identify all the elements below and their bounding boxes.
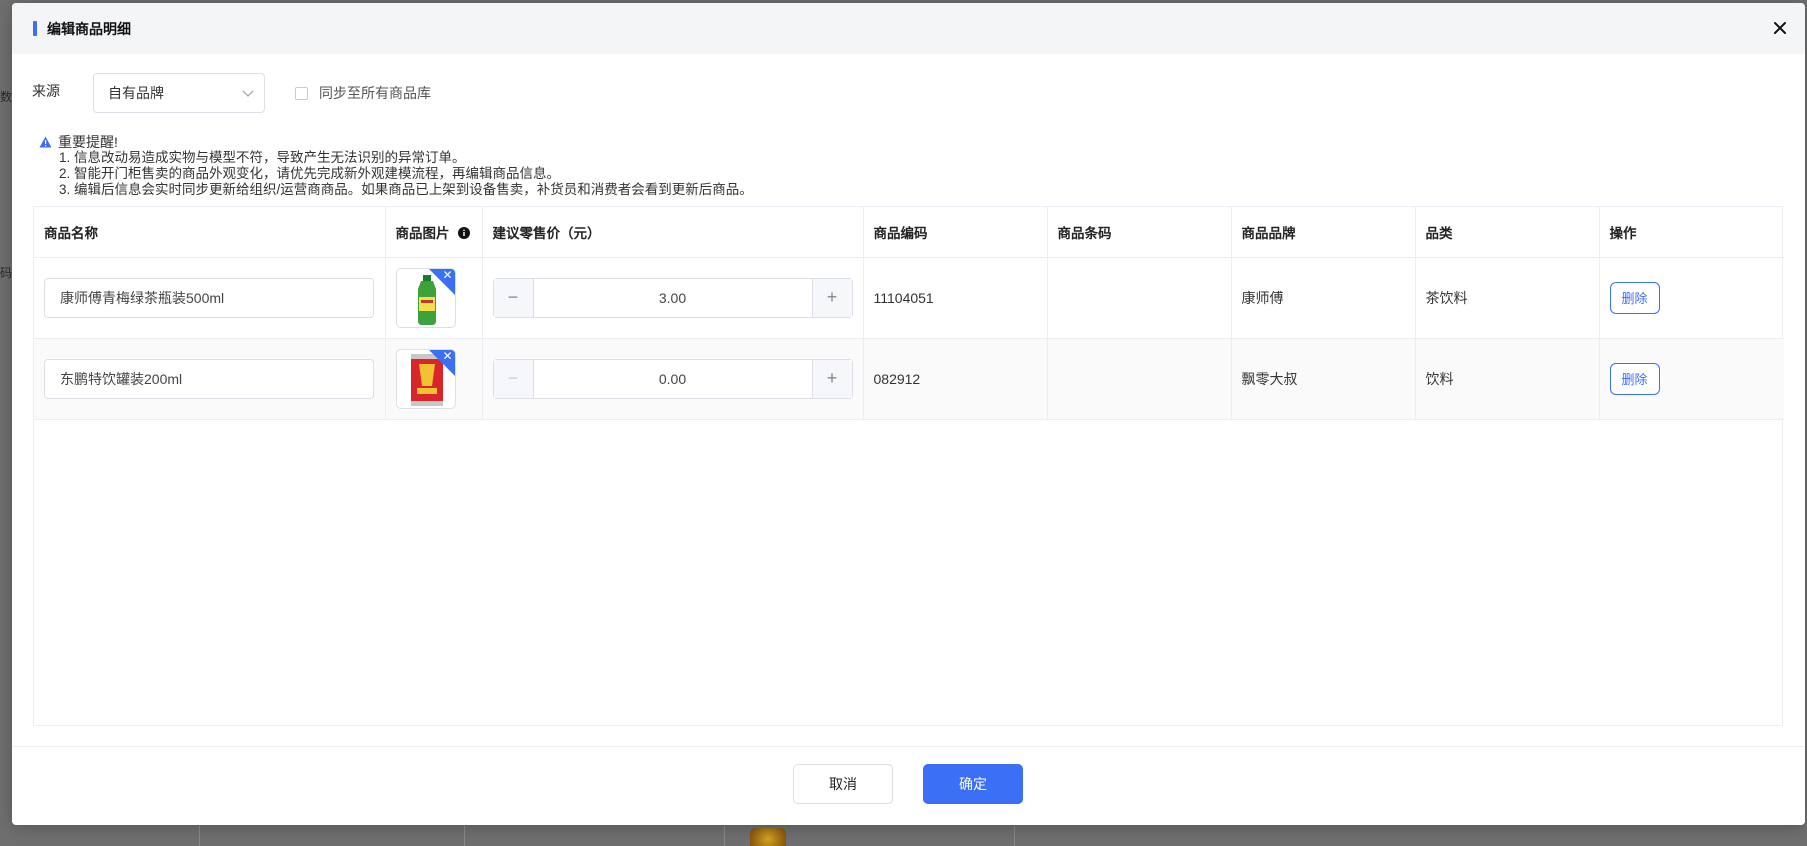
sync-label: 同步至所有商品库: [319, 85, 431, 101]
column-header-image: 商品图片: [385, 207, 483, 258]
column-header: 商品编码: [863, 207, 1048, 258]
product-brand: 康师傅: [1231, 257, 1416, 339]
dialog-header: 编辑商品明细: [12, 3, 1805, 54]
table-row: ✕ − 0.00 + 082912 飘零大叔 饮料 删除: [34, 338, 1784, 420]
chevron-down-icon: [242, 85, 254, 101]
product-table: 商品名称 商品图片 建议零售价（元） 商品编码 商品条码 商品品牌 品类 操作: [33, 206, 1784, 726]
column-header-label: 商品图片: [395, 225, 450, 241]
column-header: 操作: [1599, 207, 1784, 258]
remove-image-icon[interactable]: ✕: [442, 350, 452, 363]
notice-item: 3. 编辑后信息会实时同步更新给组织/运营商商品。如果商品已上架到设备售卖，补货…: [59, 182, 753, 197]
column-header: 商品名称: [34, 207, 386, 258]
notice-heading: 重要提醒!: [39, 134, 753, 150]
notice-item: 1. 信息改动易造成实物与模型不符，导致产生无法识别的异常订单。: [59, 150, 466, 165]
warning-icon: [39, 136, 52, 148]
column-header: 品类: [1415, 207, 1600, 258]
product-barcode: [1047, 257, 1232, 339]
product-image-thumbnail[interactable]: ✕: [395, 267, 456, 328]
important-notice: 重要提醒! 1. 信息改动易造成实物与模型不符，导致产生无法识别的异常订单。 2…: [39, 134, 753, 198]
price-value[interactable]: 0.00: [534, 360, 812, 398]
product-code: 11104051: [863, 257, 1048, 339]
column-header: 商品品牌: [1231, 207, 1416, 258]
background-product-image: [750, 828, 786, 846]
product-category: 饮料: [1415, 338, 1600, 420]
product-brand: 飘零大叔: [1231, 338, 1416, 420]
edit-product-dialog: 编辑商品明细 来源 自有品牌 同步至所有商品库 重要提醒! 1. 信息改动易造成…: [12, 3, 1805, 825]
checkbox-box[interactable]: [295, 86, 308, 100]
plus-icon[interactable]: +: [811, 359, 852, 398]
table-header-row: 商品名称 商品图片 建议零售价（元） 商品编码 商品条码 商品品牌 品类 操作: [34, 207, 1784, 258]
minus-icon[interactable]: −: [493, 359, 534, 398]
price-stepper[interactable]: − 3.00 +: [492, 277, 853, 318]
background-text: 码: [0, 266, 13, 280]
notice-item: 2. 智能开门柜售卖的商品外观变化，请优先完成新外观建模流程，再编辑商品信息。: [59, 166, 561, 181]
confirm-button[interactable]: 确定: [923, 764, 1023, 804]
column-header: 建议零售价（元）: [482, 207, 864, 258]
product-name-input[interactable]: [44, 358, 374, 399]
notice-list: 1. 信息改动易造成实物与模型不符，导致产生无法识别的异常订单。 2. 智能开门…: [39, 150, 753, 198]
table-row: ✕ − 3.00 + 11104051 康师傅 茶饮料 删除: [34, 257, 1784, 339]
dialog-title: 编辑商品明细: [47, 20, 131, 37]
product-name-input[interactable]: [44, 277, 374, 318]
cancel-button[interactable]: 取消: [793, 764, 893, 804]
source-select-value: 自有品牌: [108, 85, 164, 101]
source-select[interactable]: 自有品牌: [93, 73, 265, 113]
product-image-thumbnail[interactable]: ✕: [395, 348, 456, 409]
price-value[interactable]: 3.00: [534, 279, 812, 317]
price-stepper[interactable]: − 0.00 +: [492, 358, 853, 399]
background-text: 数: [0, 90, 13, 104]
source-label: 来源: [32, 83, 60, 99]
footer-divider: [12, 746, 1805, 747]
minus-icon[interactable]: −: [493, 278, 534, 317]
title-accent-bar: [33, 21, 37, 36]
delete-button[interactable]: 删除: [1609, 362, 1660, 395]
column-header: 商品条码: [1047, 207, 1232, 258]
remove-image-icon[interactable]: ✕: [442, 269, 452, 282]
source-row: 来源 自有品牌 同步至所有商品库: [32, 73, 431, 113]
sync-checkbox[interactable]: 同步至所有商品库: [295, 83, 431, 103]
plus-icon[interactable]: +: [811, 278, 852, 317]
close-icon[interactable]: [1769, 17, 1791, 39]
product-code: 082912: [863, 338, 1048, 420]
product-category: 茶饮料: [1415, 257, 1600, 339]
notice-heading-text: 重要提醒!: [58, 134, 118, 150]
delete-button[interactable]: 删除: [1609, 281, 1660, 314]
info-icon[interactable]: [458, 226, 471, 242]
product-barcode: [1047, 338, 1232, 420]
